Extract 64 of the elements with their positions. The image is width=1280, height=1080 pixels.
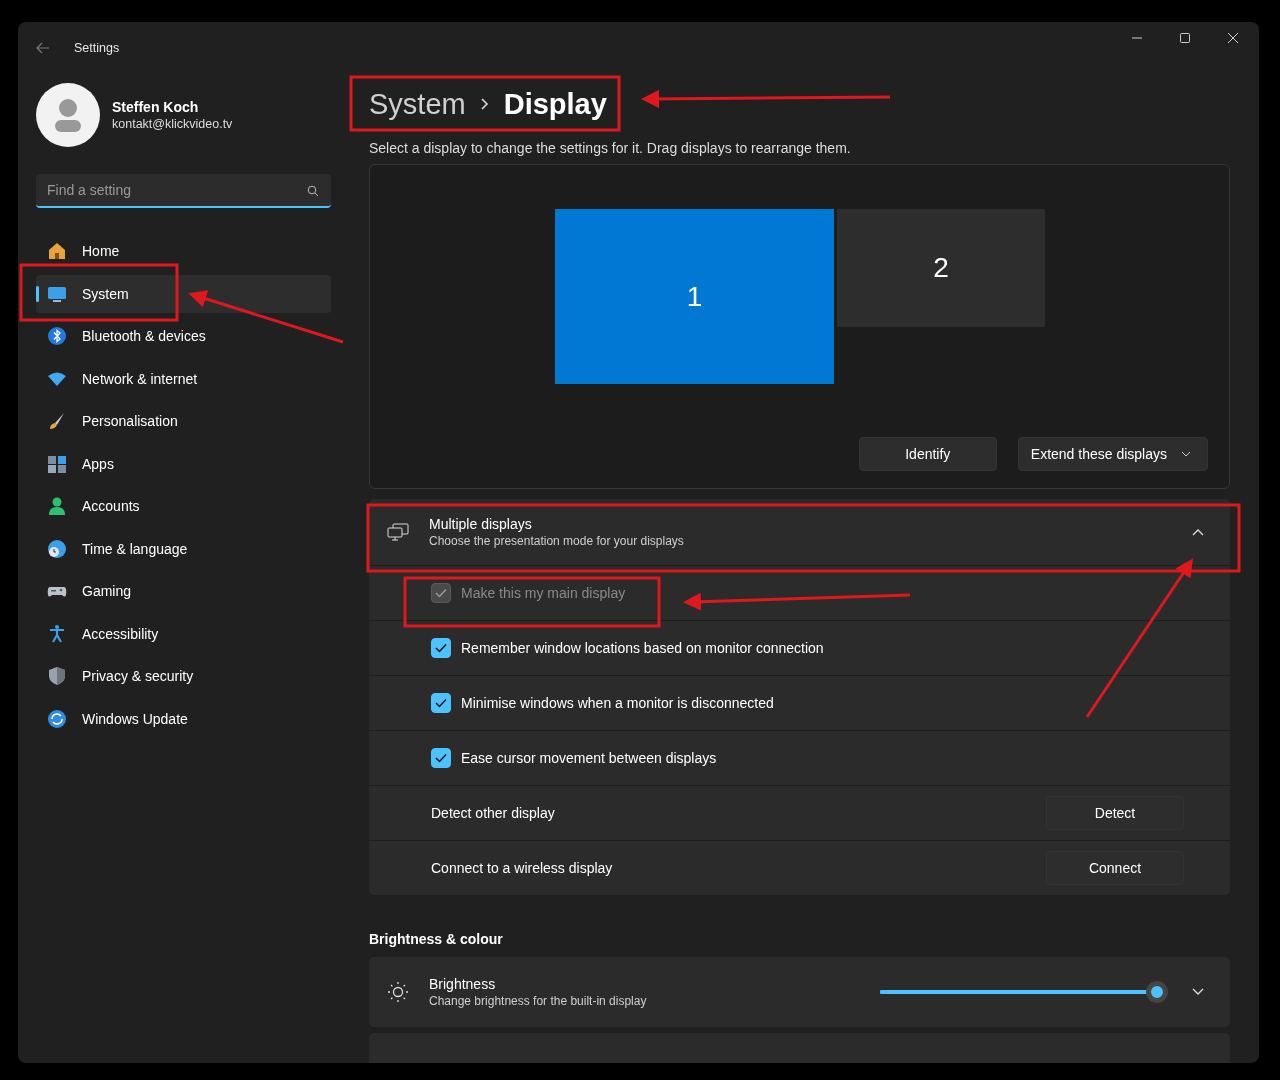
apps-icon	[47, 453, 67, 474]
nav-item[interactable]: Privacy & security	[36, 657, 331, 695]
sun-icon	[387, 981, 409, 1003]
setting-label: Detect other display	[431, 805, 555, 821]
chevron-icon[interactable]	[1192, 528, 1204, 536]
slider-thumb[interactable]	[1146, 981, 1169, 1003]
display-tile[interactable]: 2	[837, 209, 1045, 327]
home-icon	[47, 241, 67, 261]
close-icon[interactable]	[1227, 32, 1239, 44]
intro-text: Select a display to change the settings for it. Drag displays to rearrange them.	[369, 140, 852, 156]
search-icon	[307, 185, 319, 197]
checkbox[interactable]	[431, 693, 451, 713]
checkbox-label: Remember window locations based on monitor connection	[461, 640, 824, 656]
checkbox-label: Ease cursor movement between displays	[461, 750, 717, 766]
checkmark-icon	[435, 643, 447, 653]
breadcrumb-parent[interactable]: System	[369, 87, 466, 121]
page-title: Display	[503, 87, 607, 121]
card-title: Multiple displays	[429, 516, 533, 532]
card-subtitle: Change brightness for the built-in display	[429, 994, 648, 1008]
checkbox-label: Minimise windows when a monitor is disconnected	[461, 695, 774, 711]
bluetooth-icon	[47, 326, 67, 346]
nav-item[interactable]: Apps	[36, 444, 331, 483]
nav-item[interactable]: Personalisation	[36, 402, 331, 440]
section-heading: Brightness & colour	[369, 931, 504, 947]
checkbox[interactable]	[431, 748, 451, 768]
update-icon	[47, 708, 67, 729]
card-subtitle: Choose the presentation mode for your displays	[429, 534, 685, 548]
checkmark-icon	[435, 753, 447, 763]
checkmark-icon	[435, 588, 447, 598]
checkmark-icon	[435, 698, 447, 708]
checkbox[interactable]	[431, 638, 451, 658]
nav-item[interactable]: Network & internet	[36, 359, 331, 398]
user-email: kontakt@klickvideo.tv	[112, 117, 233, 131]
back-arrow-icon[interactable]	[36, 42, 50, 54]
search-field[interactable]: Find a setting	[36, 174, 331, 208]
nav-item[interactable]: Home	[36, 232, 331, 270]
card-title: Brightness	[429, 976, 497, 992]
chevron-down-icon	[1181, 451, 1191, 457]
chevron-right-icon	[479, 97, 490, 111]
accessibility-icon	[47, 623, 67, 644]
chevron-icon[interactable]	[1192, 988, 1204, 996]
nav-item[interactable]: Bluetooth & devices	[36, 317, 331, 355]
globe-icon	[47, 538, 67, 559]
nav-item[interactable]: Gaming	[36, 572, 331, 610]
nav-item[interactable]: Accounts	[36, 487, 331, 525]
window-title: Settings	[74, 41, 120, 55]
multiple-displays-header[interactable]: Multiple displays Choose the presentation mode for your displays	[369, 499, 1230, 565]
nav-item[interactable]: Accessibility	[36, 614, 331, 653]
monitors-icon	[387, 523, 409, 541]
person-icon	[47, 496, 67, 516]
checkbox-label: Make this my main display	[461, 585, 626, 601]
shield-icon	[47, 666, 67, 686]
display-tile[interactable]: 1	[555, 209, 834, 384]
maximize-icon[interactable]	[1179, 32, 1191, 44]
nav-item[interactable]: Time & language	[36, 529, 331, 568]
display-mode-dropdown[interactable]: Extend these displays	[1017, 437, 1208, 471]
identify-button[interactable]: Identify	[858, 437, 997, 471]
action-button[interactable]: Detect	[1046, 796, 1184, 830]
nav-item[interactable]: System	[36, 274, 331, 313]
setting-label: Connect to a wireless display	[431, 860, 613, 876]
avatar-icon	[36, 83, 100, 147]
action-button[interactable]: Connect	[1046, 851, 1184, 885]
nav-item[interactable]: Windows Update	[36, 699, 331, 738]
user-name: Steffen Koch	[112, 99, 200, 115]
